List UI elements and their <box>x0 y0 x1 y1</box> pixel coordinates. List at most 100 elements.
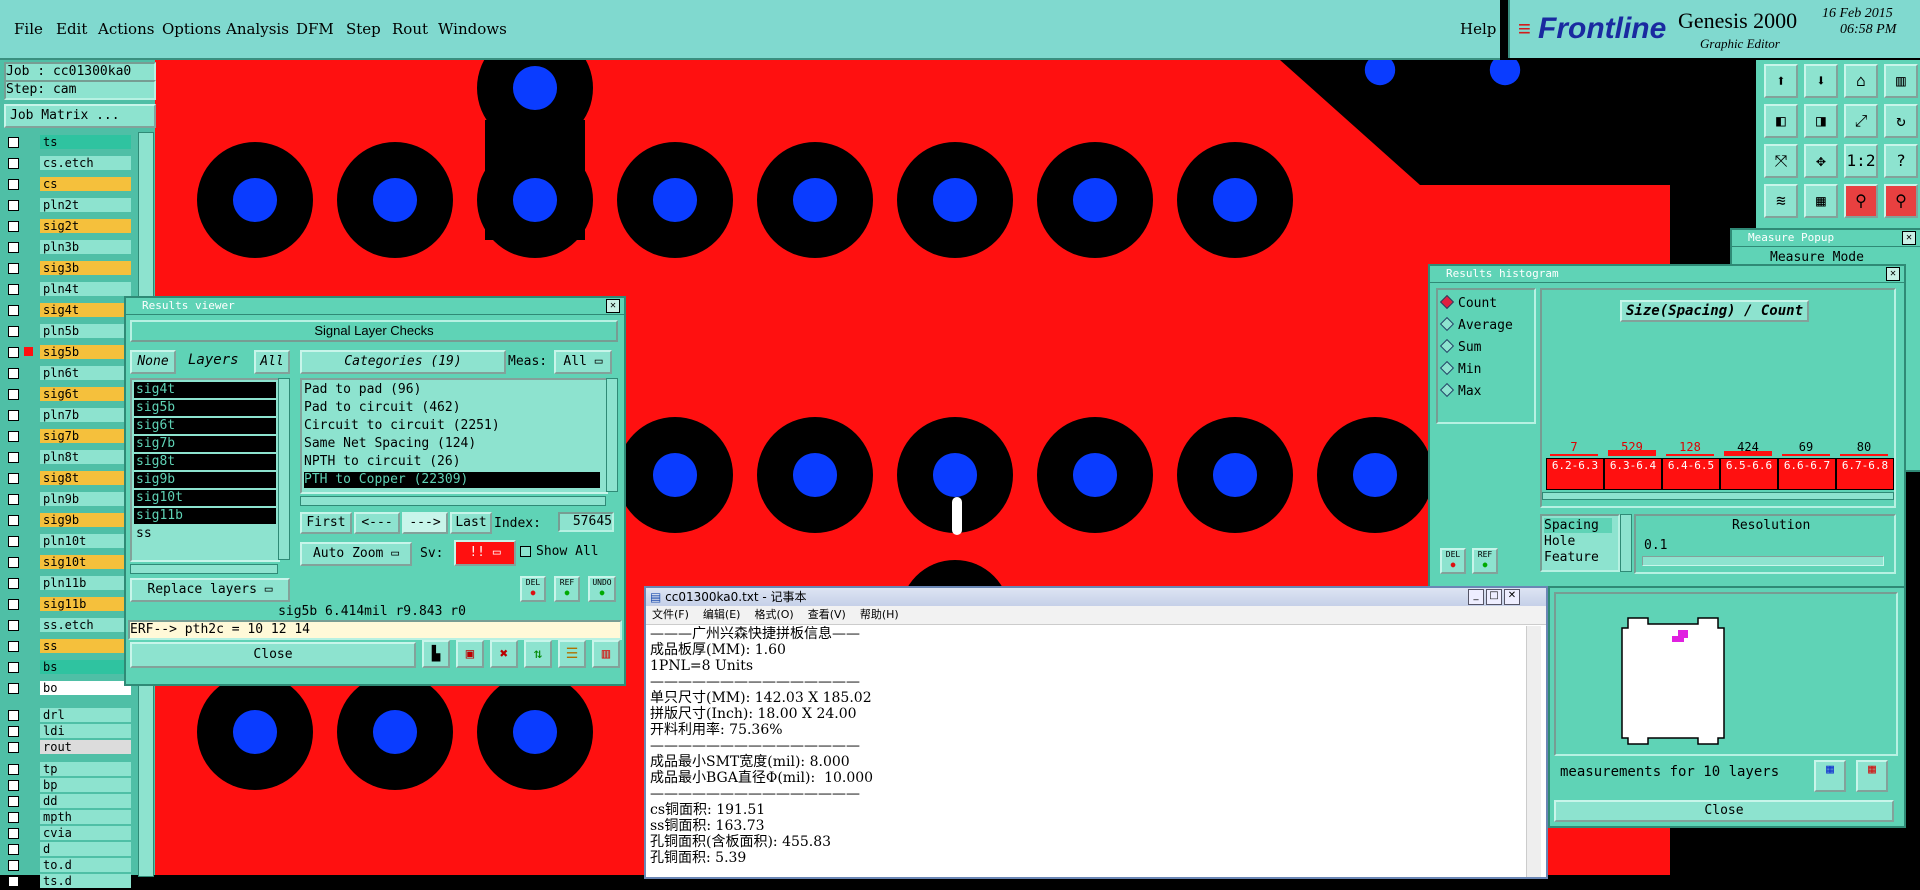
mode-radio-count[interactable]: Count <box>1439 294 1497 311</box>
mode-radio-max[interactable]: Max <box>1439 382 1481 399</box>
bin-label[interactable]: 6.7-6.8 <box>1836 458 1894 490</box>
close-button[interactable]: Close <box>130 642 416 668</box>
help-icon[interactable]: ? <box>1884 144 1918 178</box>
category-hscroll[interactable] <box>300 496 606 506</box>
layer-checkbox[interactable] <box>8 347 19 358</box>
results-layer-item[interactable]: sig9b <box>134 472 276 488</box>
layer-checkbox[interactable] <box>8 326 19 337</box>
ratio-icon[interactable]: 1:2 <box>1844 144 1878 178</box>
category-item[interactable]: Same Net Spacing (124) <box>304 436 600 452</box>
layer-checkbox[interactable] <box>8 641 19 652</box>
type-item[interactable]: Spacing <box>1544 518 1612 533</box>
results-layer-item[interactable]: sig5b <box>134 400 276 416</box>
del-button[interactable]: DEL ● <box>1440 548 1466 574</box>
layer-checkbox[interactable] <box>8 179 19 190</box>
layer-row[interactable]: sig6t <box>4 386 131 403</box>
index-field[interactable]: 57645 <box>558 512 614 532</box>
layer-checkbox[interactable] <box>8 494 19 505</box>
layer-row[interactable]: ss <box>4 638 131 655</box>
layer-row[interactable]: sig7b <box>4 428 131 445</box>
category-list[interactable]: Pad to pad (96) Pad to circuit (462) Circu… <box>300 378 608 494</box>
close-icon[interactable]: ✕ <box>1902 231 1916 245</box>
notepad-menu-item[interactable]: 编辑(E) <box>703 608 741 621</box>
layer-checkbox[interactable] <box>8 242 19 253</box>
layer-row[interactable]: pln5b <box>4 323 131 340</box>
layer-checkbox[interactable] <box>8 578 19 589</box>
pan-icon[interactable]: ✥ <box>1804 144 1838 178</box>
layer-checkbox[interactable] <box>8 710 19 721</box>
export-icon[interactable]: ⬇ <box>1804 64 1838 98</box>
last-button[interactable]: Last <box>450 512 492 534</box>
grid-toggle-icon[interactable]: ▦ <box>1804 184 1838 218</box>
first-button[interactable]: First <box>300 512 352 534</box>
layer-checkbox[interactable] <box>8 431 19 442</box>
results-layer-item[interactable]: sig6t <box>134 418 276 434</box>
ref-button[interactable]: REF ● <box>554 576 580 602</box>
layer-checkbox[interactable] <box>8 452 19 463</box>
menu-help[interactable]: Help <box>1460 20 1496 38</box>
measure-tool2-button[interactable]: ▦ <box>1856 760 1888 792</box>
bin-label[interactable]: 6.6-6.7 <box>1778 458 1836 490</box>
layer-row[interactable]: pln4t <box>4 281 131 298</box>
menu-actions[interactable]: Actions <box>98 20 154 38</box>
close-icon[interactable]: ✕ <box>1504 589 1520 605</box>
zoom-icon[interactable]: ⤢ <box>1844 104 1878 138</box>
misc-layer-row[interactable]: cvia <box>4 825 131 842</box>
layer-row[interactable]: pln8t <box>4 449 131 466</box>
layer-checkbox[interactable] <box>8 263 19 274</box>
layer-checkbox[interactable] <box>8 620 19 631</box>
type-list-scrollbar[interactable] <box>1620 514 1632 572</box>
layer-row[interactable]: pln7b <box>4 407 131 424</box>
snap-icon[interactable]: ⚲ <box>1844 184 1878 218</box>
mode-radio-average[interactable]: Average <box>1439 316 1513 333</box>
layer-row[interactable]: sig5b <box>4 344 131 361</box>
histogram-hscroll[interactable] <box>1542 492 1894 500</box>
mode-radio-sum[interactable]: Sum <box>1439 338 1481 355</box>
close-icon[interactable]: ✕ <box>1886 267 1900 281</box>
layer-row[interactable]: sig2t <box>4 218 131 235</box>
layer-row[interactable]: pln2t <box>4 197 131 214</box>
layer-checkbox[interactable] <box>8 780 19 791</box>
misc-layer-row[interactable]: tp <box>4 761 131 778</box>
results-layer-item[interactable]: sig11b <box>134 508 276 524</box>
layer-checkbox[interactable] <box>8 368 19 379</box>
type-item[interactable]: Feature <box>1544 550 1612 565</box>
next-view-icon[interactable]: ◨ <box>1804 104 1838 138</box>
results-layer-item[interactable]: sig4t <box>134 382 276 398</box>
meas-dropdown[interactable]: All ▭ <box>554 350 612 374</box>
layer-checkbox[interactable] <box>8 557 19 568</box>
misc-layer-row[interactable]: d <box>4 841 131 858</box>
measure-tool-button[interactable]: ▦ <box>1814 760 1846 792</box>
type-item[interactable]: Hole <box>1544 534 1612 549</box>
home-icon[interactable]: ⌂ <box>1844 64 1878 98</box>
layer-row[interactable]: bo <box>4 680 131 697</box>
redraw-icon[interactable]: ↻ <box>1884 104 1918 138</box>
layer-row[interactable]: sig10t <box>4 554 131 571</box>
notepad-menu-item[interactable]: 帮助(H) <box>860 608 899 621</box>
category-item[interactable]: Circuit to circuit (2251) <box>304 418 600 434</box>
measure-icon[interactable]: ≋ <box>1764 184 1798 218</box>
category-item[interactable]: PTH to Copper (22309) <box>304 472 600 488</box>
none-button[interactable]: None <box>130 350 176 374</box>
layer-row[interactable]: ss.etch <box>4 617 131 634</box>
cross-icon[interactable]: ✖ <box>490 640 518 668</box>
maximize-icon[interactable]: □ <box>1486 589 1502 605</box>
layer-checkbox[interactable] <box>8 473 19 484</box>
drill-layer-row[interactable]: rout <box>4 739 131 756</box>
menu-edit[interactable]: Edit <box>56 20 87 38</box>
bin-label[interactable]: 6.5-6.6 <box>1720 458 1778 490</box>
drill-layer-row[interactable]: drl <box>4 707 131 724</box>
mode-radio-min[interactable]: Min <box>1439 360 1481 377</box>
show-all-checkbox[interactable] <box>520 546 531 557</box>
category-item[interactable]: Pad to pad (96) <box>304 382 600 398</box>
category-list-scrollbar[interactable] <box>606 378 618 492</box>
results-layer-item[interactable]: ss <box>134 526 276 542</box>
misc-layer-row[interactable]: dd <box>4 793 131 810</box>
misc-layer-row[interactable]: to.d <box>4 857 131 874</box>
layer-checkbox[interactable] <box>8 137 19 148</box>
menu-rout[interactable]: Rout <box>392 20 428 38</box>
close-button[interactable]: Close <box>1554 800 1894 822</box>
menu-analysis[interactable]: Analysis <box>226 20 289 38</box>
severity-dropdown[interactable]: !! ▭ <box>454 540 516 566</box>
prev-button[interactable]: <--- <box>354 512 400 534</box>
